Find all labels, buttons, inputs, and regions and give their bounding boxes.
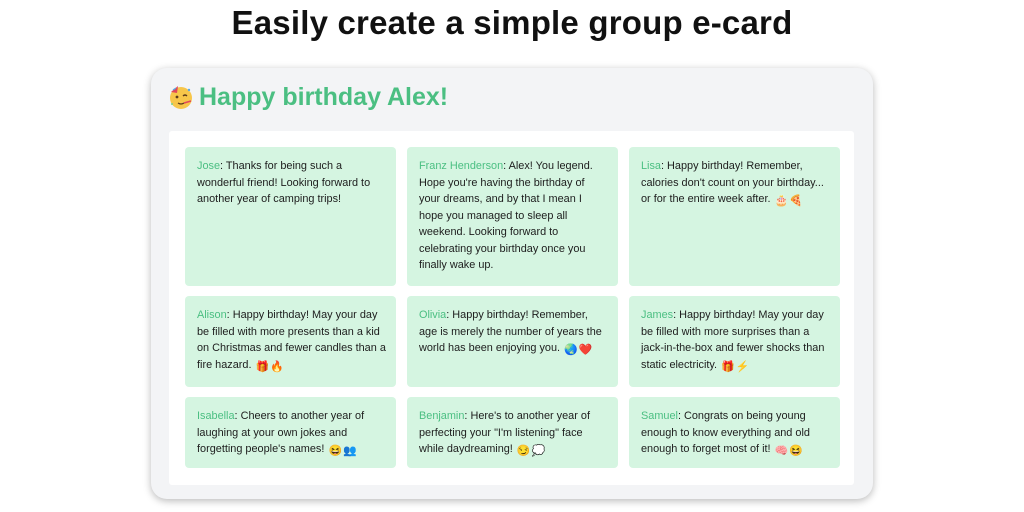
heart-icon: ❤️: [578, 344, 593, 356]
message-note: Alison: Happy birthday! May your day be …: [185, 296, 396, 387]
gift-icon: 🎁: [255, 360, 270, 373]
message-note: Franz Henderson: Alex! You legend. Hope …: [407, 147, 618, 286]
globe-icon: 🌏: [564, 344, 578, 356]
message-author: Franz Henderson: [419, 160, 504, 172]
message-board: Jose: Thanks for being such a wonderful …: [169, 131, 854, 485]
cake-icon: 🎂: [774, 195, 789, 207]
message-note: Isabella: Cheers to another year of laug…: [185, 397, 396, 468]
message-author: Olivia: [419, 309, 447, 321]
message-note: Samuel: Congrats on being young enough t…: [629, 397, 840, 468]
message-grid: Jose: Thanks for being such a wonderful …: [185, 147, 840, 469]
laughing-face-icon: 😆: [789, 445, 803, 457]
message-note: Jose: Thanks for being such a wonderful …: [185, 147, 396, 286]
message-author: Samuel: [641, 410, 678, 422]
message-author: James: [641, 309, 674, 321]
fire-icon: 🔥: [270, 360, 284, 373]
lightning-icon: ⚡: [735, 360, 750, 373]
message-note: Olivia: Happy birthday! Remember, age is…: [407, 296, 618, 387]
page-headline: Easily create a simple group e-card: [231, 4, 793, 41]
page: Easily create a simple group e-card Happ…: [0, 0, 1024, 512]
ecard-window: Happy birthday Alex! Jose: Thanks for be…: [151, 68, 873, 499]
people-icon: 👥: [343, 445, 357, 457]
message-author: Benjamin: [419, 410, 465, 422]
message-note: James: Happy birthday! May your day be f…: [629, 296, 840, 387]
card-title-text: Happy birthday Alex!: [199, 82, 449, 111]
message-author: Lisa: [641, 160, 661, 172]
message-author: Jose: [197, 160, 221, 172]
thought-bubble-icon: 💭: [531, 445, 545, 457]
party-face-icon: [168, 84, 194, 110]
smiling-face-icon: 😏: [516, 445, 531, 457]
message-note: Lisa: Happy birthday! Remember, calories…: [629, 147, 840, 286]
card-title: Happy birthday Alex!: [168, 82, 448, 112]
laughing-face-icon: 😆: [328, 445, 342, 457]
message-text: : Alex! You legend. Hope you're having t…: [419, 160, 593, 271]
message-note: Benjamin: Here's to another year of perf…: [407, 397, 618, 468]
message-author: Alison: [197, 309, 227, 321]
message-text: : Thanks for being such a wonderful frie…: [197, 160, 371, 205]
message-author: Isabella: [197, 410, 235, 422]
pizza-icon: 🍕: [789, 195, 803, 207]
gift-icon: 🎁: [721, 360, 735, 373]
brain-icon: 🧠: [774, 445, 789, 457]
